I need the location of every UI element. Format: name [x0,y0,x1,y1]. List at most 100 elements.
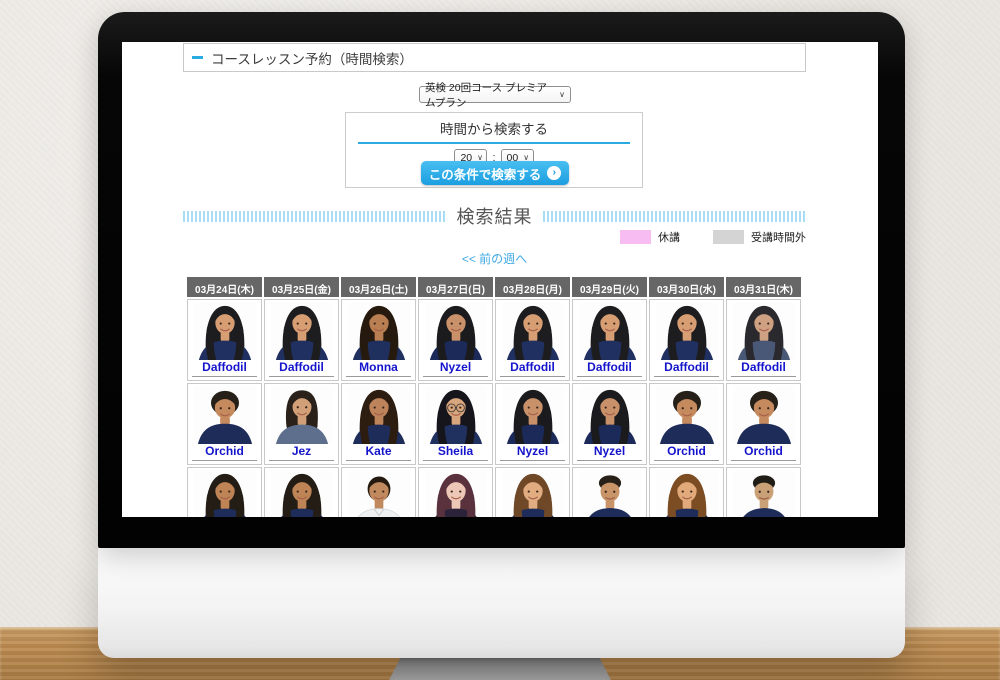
course-select[interactable]: 英検 20回コース プレミアムプラン ∨ [419,86,571,103]
day-header: 03月27日(日) [418,277,493,297]
teacher-cell [726,467,801,517]
teacher-photo[interactable] [733,386,795,444]
teacher-name-link[interactable]: Daffodil [279,360,324,374]
cell-separator [423,460,489,461]
teacher-name-link[interactable]: Orchid [667,444,706,458]
cell-separator [269,460,335,461]
teacher-photo[interactable] [502,470,564,517]
teacher-name-link[interactable]: Daffodil [510,360,555,374]
teacher-photo[interactable] [194,470,256,517]
arrow-right-icon: › [547,166,561,180]
teacher-photo[interactable] [579,470,641,517]
teacher-photo[interactable] [194,302,256,360]
stripe-bar-left [183,211,447,222]
teacher-cell: Nyzel [495,383,570,465]
cell-separator [192,376,258,377]
cell-separator [346,376,412,377]
cell-separator [269,376,335,377]
teacher-cell: Nyzel [572,383,647,465]
teacher-photo[interactable] [656,470,718,517]
teacher-name-link[interactable]: Nyzel [517,444,548,458]
cell-separator [654,376,720,377]
section-title: コースレッスン予約（時間検索） [211,48,413,68]
cell-separator [346,460,412,461]
day-header: 03月25日(金) [264,277,339,297]
teacher-cell [187,467,262,517]
teacher-name-link[interactable]: Daffodil [741,360,786,374]
cell-separator [500,376,566,377]
results-heading-row: 検索結果 [183,203,806,229]
legend-closed-label: 休講 [658,229,680,245]
teacher-cell: Sheila [418,383,493,465]
teacher-photo[interactable] [502,386,564,444]
teacher-cell: Daffodil [495,299,570,381]
teacher-photo[interactable] [348,386,410,444]
teacher-name-link[interactable]: Orchid [744,444,783,458]
teacher-photo[interactable] [425,470,487,517]
teacher-cell [572,467,647,517]
legend-outside-swatch [713,230,744,244]
teacher-cell [649,467,724,517]
teacher-name-link[interactable]: Daffodil [664,360,709,374]
teacher-name-link[interactable]: Nyzel [440,360,471,374]
teacher-cell [495,467,570,517]
course-select-value: 英検 20回コース プレミアムプラン [425,80,554,110]
teacher-name-link[interactable]: Orchid [205,444,244,458]
teacher-name-link[interactable]: Jez [292,444,311,458]
teacher-cell: Orchid [726,383,801,465]
teacher-photo[interactable] [733,470,795,517]
teacher-name-link[interactable]: Kate [365,444,391,458]
legend-closed-swatch [620,230,651,244]
teacher-photo[interactable] [579,302,641,360]
teacher-name-link[interactable]: Sheila [438,444,473,458]
teacher-cell: Monna [341,299,416,381]
teacher-cell [264,467,339,517]
teacher-photo[interactable] [425,386,487,444]
teacher-photo[interactable] [194,386,256,444]
schedule-table: 03月24日(木) 03月25日(金) 03月26日(土) 03月27日(日) … [187,277,801,517]
teacher-photo[interactable] [656,386,718,444]
cell-separator [423,376,489,377]
chevron-down-icon: ∨ [559,91,565,99]
teacher-name-link[interactable]: Nyzel [594,444,625,458]
teacher-name-link[interactable]: Daffodil [202,360,247,374]
time-search-panel: 時間から検索する 20 ∨ : 00 ∨ この条件で検索する › [345,112,643,188]
cell-separator [731,376,797,377]
teacher-photo[interactable] [733,302,795,360]
teacher-photo[interactable] [348,302,410,360]
search-button-label: この条件で検索する [429,164,542,183]
day-header: 03月26日(土) [341,277,416,297]
teacher-name-link[interactable]: Monna [359,360,398,374]
cell-separator [577,460,643,461]
time-search-title: 時間から検索する [346,118,642,138]
scene: コースレッスン予約（時間検索） 英検 20回コース プレミアムプラン ∨ 時間か… [0,0,1000,680]
cell-separator [500,460,566,461]
search-submit-button[interactable]: この条件で検索する › [421,161,569,185]
browser-page: コースレッスン予約（時間検索） 英検 20回コース プレミアムプラン ∨ 時間か… [122,42,878,517]
teacher-photo[interactable] [271,386,333,444]
cell-separator [731,460,797,461]
day-header: 03月31日(木) [726,277,801,297]
teacher-photo[interactable] [348,470,410,517]
teacher-cell: Daffodil [726,299,801,381]
cell-separator [654,460,720,461]
teacher-photo[interactable] [502,302,564,360]
teacher-cell [418,467,493,517]
title-underline [358,142,630,144]
teacher-cell: Kate [341,383,416,465]
teacher-photo[interactable] [271,470,333,517]
teacher-photo[interactable] [579,386,641,444]
legend: 休講 受講時間外 [620,229,806,245]
teacher-cell: Orchid [187,383,262,465]
results-heading: 検索結果 [457,203,533,229]
monitor-chin [98,548,905,658]
teacher-photo[interactable] [425,302,487,360]
day-header: 03月24日(木) [187,277,262,297]
teacher-cell: Jez [264,383,339,465]
teacher-photo[interactable] [656,302,718,360]
teacher-cell: Orchid [649,383,724,465]
teacher-photo[interactable] [271,302,333,360]
teacher-cell [341,467,416,517]
prev-week-link[interactable]: << 前の週へ [183,250,806,267]
teacher-name-link[interactable]: Daffodil [587,360,632,374]
